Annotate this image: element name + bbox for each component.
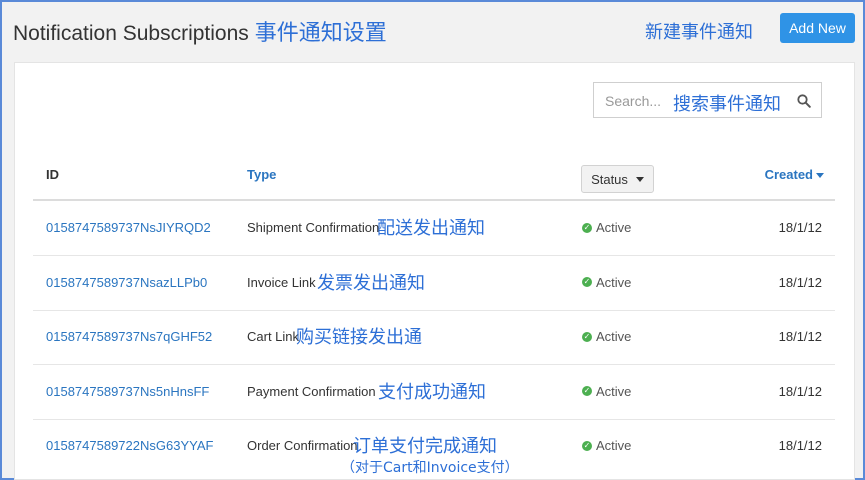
type-annotation: 订单支付完成通知 bbox=[353, 436, 497, 457]
status-filter-label: Status bbox=[591, 171, 628, 187]
status-badge: ✓ Active bbox=[582, 384, 631, 399]
created-date: 18/1/12 bbox=[778, 274, 822, 290]
search-placeholder: Search... bbox=[605, 93, 662, 109]
table-row[interactable]: 0158747589737Ns5nHnsFF Payment Confirmati… bbox=[33, 365, 835, 420]
status-label: Active bbox=[596, 220, 632, 235]
check-circle-icon: ✓ bbox=[582, 440, 592, 451]
type-annotation: 购买链接发出通 bbox=[296, 327, 422, 348]
status-filter-button[interactable]: Status bbox=[581, 165, 654, 193]
table-row[interactable]: 0158747589737NsJIYRQD2 Shipment Confirmat… bbox=[33, 201, 835, 256]
search-annotation: 搜索事件通知 bbox=[673, 94, 781, 115]
type-annotation-detail: （对于Cart和Invoice支付） bbox=[341, 460, 519, 476]
created-date: 18/1/12 bbox=[778, 383, 822, 399]
status-label: Active bbox=[596, 438, 632, 453]
table-row[interactable]: 0158747589737Ns7qGHF52 Cart Link 购买链接发出通 ✓ A… bbox=[33, 310, 835, 365]
created-date: 18/1/12 bbox=[778, 220, 822, 235]
check-circle-icon: ✓ bbox=[582, 386, 592, 396]
subscription-type: Order Confirmation bbox=[247, 438, 358, 453]
check-circle-icon: ✓ bbox=[582, 277, 592, 287]
table-row[interactable]: 0158747589737NsazLLPb0 Invoice Link 发票发出通知… bbox=[33, 256, 835, 311]
type-annotation: 配送发出通知 bbox=[377, 218, 485, 239]
sort-desc-icon bbox=[816, 173, 824, 179]
subscription-type: Shipment Confirmation bbox=[247, 220, 380, 235]
chevron-down-icon bbox=[635, 176, 644, 182]
subscription-id-link[interactable]: 0158747589737Ns7qGHF52 bbox=[46, 329, 212, 344]
status-badge: ✓ Active bbox=[582, 220, 631, 235]
search-icon[interactable] bbox=[797, 94, 811, 108]
column-header-id: ID bbox=[46, 167, 59, 182]
status-badge: ✓ Active bbox=[582, 275, 631, 290]
status-badge: ✓ Active bbox=[582, 438, 631, 453]
column-header-type[interactable]: Type bbox=[247, 167, 276, 182]
status-label: Active bbox=[596, 383, 632, 399]
subscription-type: Invoice Link bbox=[247, 274, 316, 290]
page-title: Notification Subscriptions 事件通知设置 bbox=[13, 15, 387, 47]
subscription-id-link[interactable]: 0158747589722NsG63YYAF bbox=[46, 438, 213, 453]
subscription-id-link[interactable]: 0158747589737Ns5nHnsFF bbox=[46, 384, 209, 399]
type-annotation: 支付成功通知 bbox=[378, 381, 486, 403]
status-label: Active bbox=[596, 329, 632, 344]
check-circle-icon: ✓ bbox=[582, 331, 592, 342]
page-title-annotation: 事件通知设置 bbox=[254, 21, 387, 46]
check-circle-icon: ✓ bbox=[582, 222, 592, 233]
column-header-created[interactable]: Created bbox=[765, 167, 824, 182]
created-date: 18/1/12 bbox=[778, 438, 822, 453]
add-new-annotation: 新建事件通知 bbox=[645, 22, 753, 43]
page-title-text: Notification Subscriptions bbox=[13, 22, 249, 45]
status-label: Active bbox=[596, 274, 632, 290]
column-header-created-label: Created bbox=[764, 167, 813, 182]
status-badge: ✓ Active bbox=[582, 329, 631, 344]
subscription-id-link[interactable]: 0158747589737NsazLLPb0 bbox=[46, 275, 207, 290]
add-new-button[interactable]: Add New bbox=[780, 13, 855, 43]
search-input[interactable]: Search... 搜索事件通知 bbox=[593, 82, 822, 118]
table-row[interactable]: 0158747589722NsG63YYAF Order Confirmation… bbox=[33, 419, 835, 476]
subscription-type: Payment Confirmation bbox=[247, 383, 376, 399]
subscription-type: Cart Link bbox=[247, 329, 300, 344]
app-frame: Notification Subscriptions 事件通知设置 新建事件通知 … bbox=[0, 0, 865, 480]
subscription-id-link[interactable]: 0158747589737NsJIYRQD2 bbox=[46, 220, 211, 235]
subscriptions-panel: Search... 搜索事件通知 ID Type Status Created … bbox=[14, 62, 855, 480]
type-annotation: 发票发出通知 bbox=[317, 272, 425, 294]
created-date: 18/1/12 bbox=[778, 329, 822, 344]
